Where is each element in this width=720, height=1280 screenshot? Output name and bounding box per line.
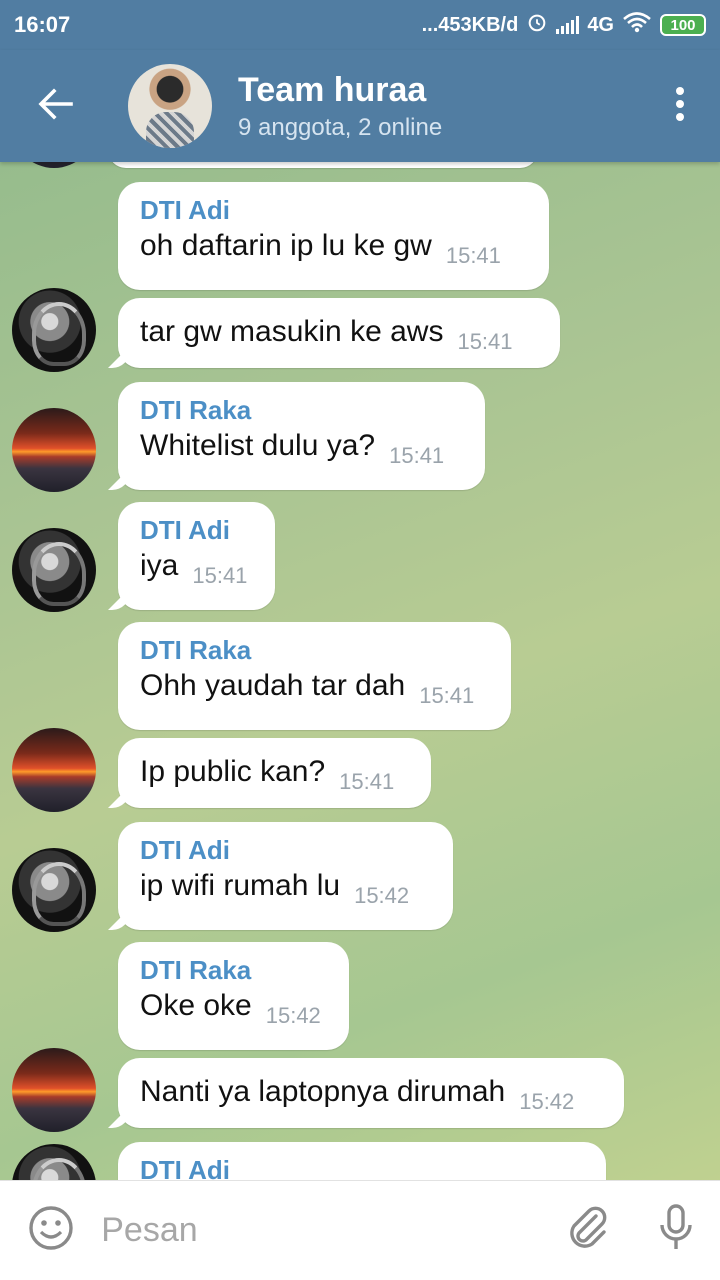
message-time: 15:41 (339, 769, 395, 794)
message-bubble[interactable]: tar gw masukin ke aws 15:41 (118, 298, 560, 368)
message-sender: DTI Raka (140, 955, 252, 985)
message-time: 15:42 (519, 1089, 575, 1114)
message-time: 15:41 (457, 329, 513, 354)
status-bar: 16:07 ...453KB/d 4G 100 (0, 0, 720, 50)
group-member-status: 9 anggota, 2 online (238, 114, 443, 141)
avatar[interactable] (12, 408, 96, 492)
message-bubble[interactable]: DTI Raka Oke oke 15:42 (118, 942, 349, 1050)
message-bubble[interactable]: Ip public kan? 15:41 (118, 738, 431, 808)
attach-button[interactable] (544, 1181, 632, 1280)
message-composer (0, 1180, 720, 1280)
group-info[interactable]: Team huraa 9 anggota, 2 online (238, 70, 640, 142)
more-options-button[interactable] (640, 50, 720, 162)
more-vertical-icon (675, 86, 685, 127)
message-sender: DTI Adi (140, 1155, 231, 1180)
avatar[interactable] (12, 162, 96, 168)
microphone-icon (658, 1203, 694, 1258)
chat-messages[interactable]: DTI Adi oh daftarin ip lu ke gw 15:41 tar… (0, 162, 720, 1180)
group-avatar[interactable] (128, 64, 212, 148)
message-text: Oke oke (140, 989, 252, 1022)
message-bubble[interactable]: Nanti ya laptopnya dirumah 15:42 (118, 1058, 624, 1128)
status-time: 16:07 (14, 12, 71, 37)
signal-icon (556, 16, 580, 34)
network-type: 4G (587, 13, 614, 36)
message-text: tar gw masukin ke aws (140, 315, 444, 348)
wifi-icon (622, 11, 652, 39)
paperclip-icon (566, 1204, 610, 1257)
message-input[interactable] (101, 1200, 545, 1261)
message-sender: DTI Raka (140, 395, 252, 425)
message-text: Ohh yaudah tar dah (140, 669, 406, 702)
message-text: ip wifi rumah lu (140, 869, 341, 902)
arrow-left-icon (37, 87, 73, 125)
message-time: 15:42 (265, 1003, 321, 1028)
message-bubble[interactable]: DTI Adi iya 15:41 (118, 502, 275, 610)
message-bubble-partial (108, 162, 538, 168)
avatar[interactable] (12, 288, 96, 372)
message-text: Nanti ya laptopnya dirumah (140, 1075, 506, 1108)
message-sender: DTI Adi (140, 195, 231, 225)
message-time: 15:42 (354, 883, 410, 908)
message-text: oh daftarin ip lu ke gw (140, 229, 432, 262)
message-time: 15:41 (419, 683, 475, 708)
avatar[interactable] (12, 848, 96, 932)
avatar[interactable] (12, 1144, 96, 1180)
message-time: 15:41 (445, 243, 501, 268)
message-bubble[interactable]: DTI Adi oh daftarin ip lu ke gw 15:41 (118, 182, 549, 290)
avatar[interactable] (12, 728, 96, 812)
alarm-icon (526, 11, 548, 39)
message-text: Whitelist dulu ya? (140, 429, 376, 462)
back-button[interactable] (0, 50, 110, 162)
avatar[interactable] (12, 1048, 96, 1132)
chat-header: Team huraa 9 anggota, 2 online (0, 50, 720, 162)
smiley-icon (27, 1204, 75, 1257)
message-sender: DTI Adi (140, 835, 231, 865)
emoji-button[interactable] (0, 1181, 101, 1280)
message-bubble[interactable]: DTI Raka Whitelist dulu ya? 15:41 (118, 382, 485, 490)
message-bubble[interactable]: DTI Adi (118, 1142, 606, 1180)
message-time: 15:41 (389, 443, 445, 468)
group-title: Team huraa (238, 71, 427, 109)
message-bubble[interactable]: DTI Adi ip wifi rumah lu 15:42 (118, 822, 453, 930)
message-time: 15:41 (192, 563, 248, 588)
message-bubble[interactable]: DTI Raka Ohh yaudah tar dah 15:41 (118, 622, 511, 730)
message-text: Ip public kan? (140, 755, 326, 788)
message-sender: DTI Raka (140, 635, 252, 665)
avatar[interactable] (12, 528, 96, 612)
message-sender: DTI Adi (140, 515, 231, 545)
message-text: iya (140, 549, 179, 582)
battery-icon: 100 (660, 14, 706, 36)
network-speed: ...453KB/d (421, 13, 519, 36)
microphone-button[interactable] (632, 1181, 720, 1280)
status-indicators: ...453KB/d 4G 100 (422, 11, 706, 39)
